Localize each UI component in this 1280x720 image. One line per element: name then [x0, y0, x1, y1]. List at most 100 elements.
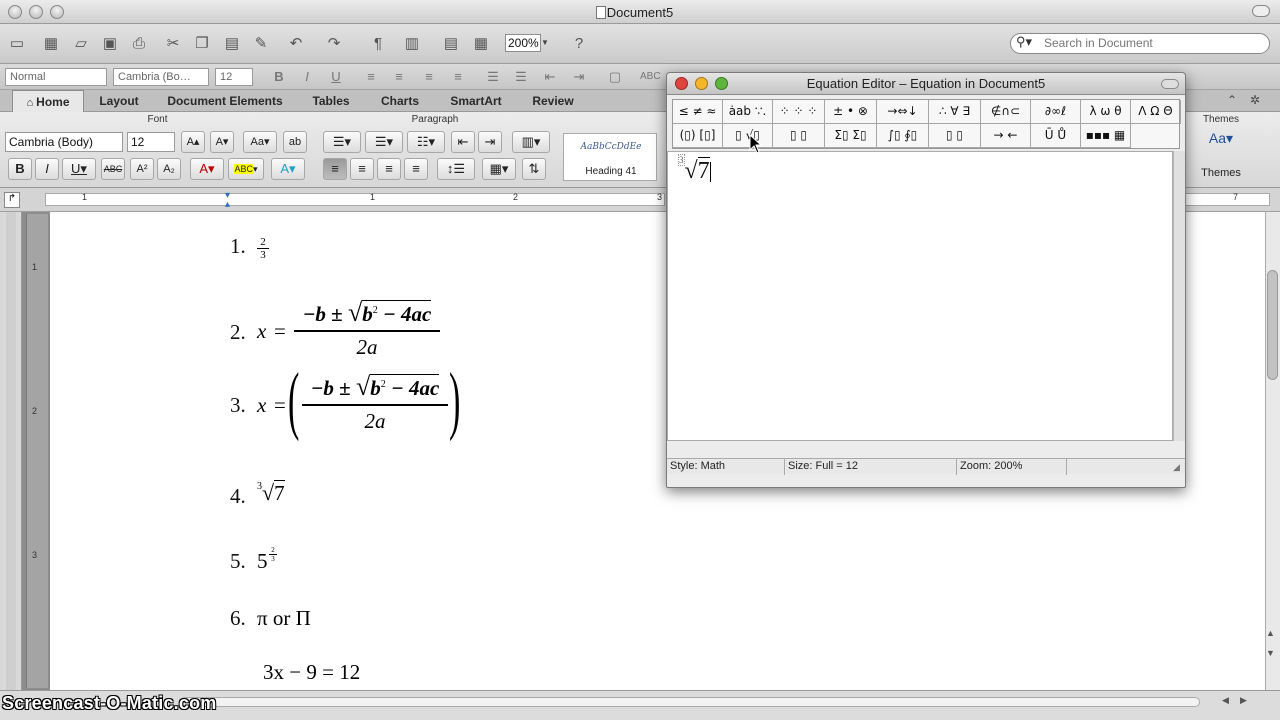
zoom-field[interactable]: 200%: [505, 34, 541, 52]
numbering-icon[interactable]: ☰▾: [365, 131, 403, 153]
print-icon[interactable]: ⎙: [128, 32, 150, 54]
format-painter-icon[interactable]: ✎: [250, 32, 272, 54]
toolbar-toggle-button[interactable]: [1161, 79, 1179, 89]
style-status[interactable]: Style: Math: [667, 459, 785, 475]
tab-charts[interactable]: Charts: [366, 90, 434, 112]
font-color-icon[interactable]: A▾: [190, 158, 224, 180]
resize-grip-icon[interactable]: ◢: [1173, 462, 1183, 472]
align-center-icon[interactable]: ≡: [390, 68, 408, 86]
shrink-font-icon[interactable]: A▾: [210, 131, 234, 153]
font-select[interactable]: Cambria (Bo…: [113, 68, 209, 86]
italic-icon[interactable]: I: [35, 158, 59, 180]
arrow-symbols-button[interactable]: →⇔↓: [877, 100, 929, 124]
open-icon[interactable]: ▱: [70, 32, 92, 54]
highlight-icon[interactable]: ABC: [640, 68, 661, 86]
decrease-indent-icon[interactable]: ⇤: [451, 131, 475, 153]
set-theory-symbols-button[interactable]: ∉∩⊂: [981, 100, 1031, 124]
borders-icon[interactable]: ▢: [606, 68, 624, 86]
tab-layout[interactable]: Layout: [84, 90, 154, 112]
tab-smartart[interactable]: SmartArt: [434, 90, 518, 112]
font-size-select[interactable]: 12: [127, 132, 175, 152]
embellishments-button[interactable]: ⁘ ⁘ ⁘: [773, 100, 825, 124]
tab-home[interactable]: ⌂ Home: [12, 90, 84, 112]
subscript-icon[interactable]: A₂: [157, 158, 181, 180]
align-left-icon[interactable]: ≡: [362, 68, 380, 86]
borders-icon[interactable]: ▦▾: [482, 158, 516, 180]
bullets-icon[interactable]: ☰▾: [323, 131, 361, 153]
fence-templates-button[interactable]: (▯) [▯]: [673, 124, 723, 148]
underline-icon[interactable]: U▾: [62, 158, 96, 180]
ruler-strip-right[interactable]: [1185, 193, 1270, 206]
tab-review[interactable]: Review: [518, 90, 588, 112]
underbar-overbar-templates-button[interactable]: ▯ ▯: [929, 124, 981, 148]
font-size-select[interactable]: 12: [215, 68, 253, 86]
misc-symbols-button[interactable]: ∂∞ℓ: [1031, 100, 1081, 124]
grow-font-icon[interactable]: A▴: [181, 131, 205, 153]
help-icon[interactable]: ?: [568, 32, 590, 54]
sort-icon[interactable]: ⇅: [522, 158, 546, 180]
search-input[interactable]: [1044, 34, 1264, 52]
zoom-status[interactable]: Zoom: 200%: [957, 459, 1067, 475]
ribbon-settings-icon[interactable]: ✲: [1250, 93, 1260, 107]
fraction-radical-templates-button[interactable]: ▯ √▯: [723, 124, 773, 148]
summation-templates-button[interactable]: Σ▯ Σ▯: [825, 124, 877, 148]
toolbar-toggle-button[interactable]: [1252, 5, 1270, 17]
heading-style-card[interactable]: AaBbCcDdEe Heading 41: [563, 133, 657, 181]
vertical-scroll-thumb[interactable]: [1267, 270, 1278, 380]
spaces-ellipses-button[interactable]: ȧab ∵.: [723, 100, 773, 124]
greek-lowercase-button[interactable]: λ ω θ: [1081, 100, 1131, 124]
scroll-right-icon[interactable]: ▶: [1240, 695, 1247, 706]
sidebar-icon[interactable]: ▥: [401, 32, 423, 54]
tab-tables[interactable]: Tables: [296, 90, 366, 112]
bold-icon[interactable]: B: [8, 158, 32, 180]
increase-indent-icon[interactable]: ⇥: [570, 68, 588, 86]
tab-stop-selector[interactable]: ↱: [4, 192, 20, 208]
labeled-arrow-templates-button[interactable]: → ←: [981, 124, 1031, 148]
italic-icon[interactable]: I: [298, 68, 316, 86]
equation-editor-title-bar[interactable]: Equation Editor – Equation in Document5: [667, 73, 1185, 95]
align-right-icon[interactable]: ≡: [420, 68, 438, 86]
superscript-icon[interactable]: A²: [130, 158, 154, 180]
matrix-templates-button[interactable]: ▪▪▪ ▦: [1081, 124, 1131, 148]
paste-icon[interactable]: ▤: [221, 32, 243, 54]
show-formatting-icon[interactable]: ¶: [367, 32, 389, 54]
decrease-indent-icon[interactable]: ⇤: [541, 68, 559, 86]
horizontal-scroll-thumb[interactable]: [180, 697, 1200, 707]
underline-icon[interactable]: U: [327, 68, 345, 86]
scroll-left-icon[interactable]: ◀: [1222, 695, 1229, 706]
columns-icon[interactable]: ▥▾: [512, 131, 550, 153]
equation-scrollbar[interactable]: [1173, 151, 1185, 441]
bullets-icon[interactable]: ☰: [484, 68, 502, 86]
multilevel-list-icon[interactable]: ☷▾: [407, 131, 445, 153]
cut-icon[interactable]: ✂: [162, 32, 184, 54]
integral-templates-button[interactable]: ∫▯ ∮▯: [877, 124, 929, 148]
search-icon[interactable]: ⚲▾: [1016, 34, 1034, 52]
justify-icon[interactable]: ≡: [404, 158, 428, 180]
tab-document-elements[interactable]: Document Elements: [155, 90, 295, 112]
clear-formatting-icon[interactable]: ab: [283, 131, 307, 153]
chevron-down-icon[interactable]: ▼: [541, 34, 551, 52]
equation-edit-area[interactable]: 3√7: [667, 151, 1173, 441]
align-left-icon[interactable]: ≡: [323, 158, 347, 180]
change-case-icon[interactable]: Aa▾: [243, 131, 277, 153]
bold-icon[interactable]: B: [270, 68, 288, 86]
copy-icon[interactable]: ❐: [191, 32, 213, 54]
collapse-ribbon-icon[interactable]: ⌃: [1227, 93, 1237, 107]
font-name-select[interactable]: Cambria (Body): [5, 132, 123, 152]
highlight-color-icon[interactable]: ABC▾: [228, 158, 264, 180]
templates-icon[interactable]: ▦: [40, 32, 62, 54]
increase-indent-icon[interactable]: ⇥: [478, 131, 502, 153]
relational-symbols-button[interactable]: ≤ ≠ ≈: [673, 100, 723, 124]
scroll-down-icon[interactable]: ▼: [1266, 648, 1275, 658]
logical-symbols-button[interactable]: ∴ ∀ ∃: [929, 100, 981, 124]
scroll-up-icon[interactable]: ▲: [1266, 628, 1275, 638]
products-set-templates-button[interactable]: Ū Ů: [1031, 124, 1081, 148]
ruler-strip[interactable]: [45, 193, 665, 206]
operator-symbols-button[interactable]: ± • ⊗: [825, 100, 877, 124]
subscript-superscript-templates-button[interactable]: ▯ ▯: [773, 124, 825, 148]
align-right-icon[interactable]: ≡: [377, 158, 401, 180]
save-icon[interactable]: ▣: [99, 32, 121, 54]
gallery-icon[interactable]: ▤: [440, 32, 462, 54]
style-select[interactable]: Normal: [5, 68, 107, 86]
justify-icon[interactable]: ≡: [449, 68, 467, 86]
